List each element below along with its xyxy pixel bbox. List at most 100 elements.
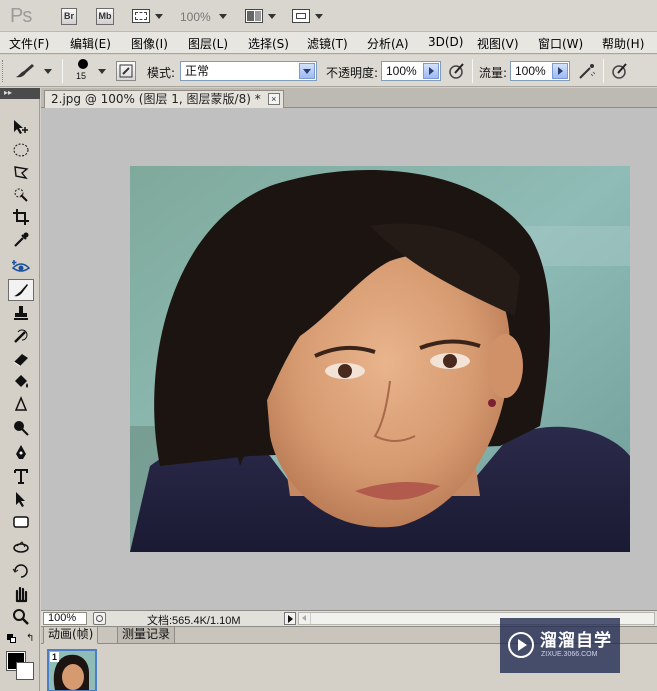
screen-mode-button[interactable]: [292, 9, 310, 23]
document-tab[interactable]: 2.jpg @ 100% (图层 1, 图层蒙版/8) * ×: [44, 90, 284, 108]
brush-icon: [16, 64, 34, 78]
dodge-tool[interactable]: [8, 417, 34, 439]
document-tab-title: 2.jpg @ 100% (图层 1, 图层蒙版/8) *: [51, 92, 261, 106]
flow-field[interactable]: 100%: [510, 61, 570, 81]
type-tool[interactable]: [8, 465, 34, 487]
arrange-documents-button[interactable]: [245, 9, 263, 23]
document-tab-bar: 2.jpg @ 100% (图层 1, 图层蒙版/8) * ×: [41, 88, 657, 108]
crop-tool[interactable]: [8, 206, 34, 228]
quick-selection-tool[interactable]: [8, 184, 34, 206]
zoom-level[interactable]: 100%: [180, 10, 211, 24]
menu-file[interactable]: 文件(F): [9, 35, 49, 52]
mode-label: 模式:: [147, 66, 176, 80]
divider: [603, 59, 604, 83]
airbrush-button[interactable]: [577, 61, 597, 81]
hand-tool[interactable]: [8, 583, 34, 605]
scroll-left-arrow[interactable]: [299, 613, 311, 624]
pen-icon: [16, 445, 26, 459]
path-selection-icon: [16, 492, 25, 507]
background-color-swatch[interactable]: [16, 662, 34, 680]
quick-selection-icon: [14, 188, 28, 202]
chevron-down-icon[interactable]: [315, 14, 323, 19]
frame-number: 1: [50, 652, 60, 662]
chevron-right-icon[interactable]: [423, 63, 439, 79]
tab-animation[interactable]: 动画(帧): [43, 627, 99, 644]
lasso-tool[interactable]: [8, 162, 34, 184]
red-eye-icon: [12, 260, 30, 272]
close-icon[interactable]: ×: [267, 93, 280, 105]
options-bar: 15 模式: 正常 不透明度: 100% 流量: 100%: [0, 55, 657, 87]
menu-bar: 文件(F) 编辑(E) 图像(I) 图层(L) 选择(S) 滤镜(T) 分析(A…: [0, 32, 657, 54]
brush-size: 15: [76, 71, 87, 81]
history-brush-icon: [14, 329, 28, 343]
brush-tip-icon: [78, 59, 88, 69]
application-bar: Ps Br Mb 100%: [0, 0, 657, 32]
mini-bridge-button[interactable]: Mb: [96, 8, 114, 25]
eraser-tool[interactable]: [8, 348, 34, 370]
animation-frame[interactable]: 1: [47, 649, 97, 691]
menu-view[interactable]: 视图(V): [477, 35, 519, 52]
3d-orbit-tool[interactable]: [8, 560, 34, 582]
canvas-area[interactable]: [41, 109, 657, 611]
document-image[interactable]: [130, 166, 630, 552]
3d-rotate-tool[interactable]: [8, 537, 34, 559]
clone-stamp-tool[interactable]: [8, 302, 34, 324]
opacity-field[interactable]: 100%: [381, 61, 441, 81]
bridge-button[interactable]: Br: [61, 8, 77, 25]
menu-filter[interactable]: 滤镜(T): [307, 35, 348, 52]
view-extras-button[interactable]: [132, 9, 150, 23]
status-options-icon[interactable]: [93, 612, 106, 625]
brush-picker[interactable]: 15: [74, 58, 108, 84]
toolbox-collapse[interactable]: ▸▸: [0, 88, 40, 99]
document-window: 2.jpg @ 100% (图层 1, 图层蒙版/8) * × 100% 文档:…: [41, 88, 657, 627]
menu-edit[interactable]: 编辑(E): [70, 35, 111, 52]
paint-bucket-icon: [15, 375, 28, 388]
menu-3d[interactable]: 3D(D): [428, 35, 463, 49]
move-tool[interactable]: [8, 116, 34, 138]
zoom-icon: [13, 609, 29, 625]
shape-tool[interactable]: [8, 511, 34, 533]
zoom-tool[interactable]: [8, 606, 34, 628]
chevron-down-icon: [299, 63, 315, 79]
menu-select[interactable]: 选择(S): [248, 35, 289, 52]
brush-panel-button[interactable]: [116, 61, 136, 81]
menu-window[interactable]: 窗口(W): [538, 35, 583, 52]
watermark-logo: 溜溜自学 ZIXUE.3066.COM: [500, 618, 620, 673]
swap-colors-icon[interactable]: ↰: [26, 633, 34, 644]
chevron-right-icon[interactable]: [552, 63, 568, 79]
default-colors-icon[interactable]: [7, 634, 16, 643]
eyedropper-tool[interactable]: [8, 229, 34, 251]
pressure-opacity-button[interactable]: [447, 61, 467, 81]
lasso-icon: [14, 166, 29, 180]
history-brush-tool[interactable]: [8, 325, 34, 347]
toolbox: ▸▸ ↰: [0, 88, 40, 691]
red-eye-tool[interactable]: [8, 256, 34, 278]
blend-mode-select[interactable]: 正常: [180, 61, 317, 81]
status-zoom-field[interactable]: 100%: [43, 612, 87, 625]
flow-label: 流量:: [479, 66, 508, 80]
menu-help[interactable]: 帮助(H): [602, 35, 644, 52]
status-menu-button[interactable]: [284, 612, 296, 625]
menu-layer[interactable]: 图层(L): [188, 35, 228, 52]
path-selection-tool[interactable]: [8, 488, 34, 510]
pen-tool[interactable]: [8, 442, 34, 464]
menu-analysis[interactable]: 分析(A): [367, 35, 409, 52]
chevron-down-icon[interactable]: [219, 14, 227, 19]
chevron-down-icon[interactable]: [155, 14, 163, 19]
chevron-down-icon: [98, 69, 106, 74]
tool-preset-picker[interactable]: [12, 61, 54, 81]
divider: [472, 59, 473, 83]
type-icon: [14, 469, 28, 484]
paint-bucket-tool[interactable]: [8, 371, 34, 393]
watermark-title: 溜溜自学: [540, 631, 612, 651]
divider: [62, 59, 63, 83]
blur-tool[interactable]: [8, 394, 34, 416]
pressure-size-button[interactable]: [610, 61, 630, 81]
marquee-tool[interactable]: [8, 139, 34, 161]
brush-tool[interactable]: [8, 279, 34, 301]
pressure-icon: [612, 63, 627, 79]
menu-image[interactable]: 图像(I): [131, 35, 168, 52]
photoshop-logo: Ps: [10, 5, 32, 27]
chevron-down-icon[interactable]: [268, 14, 276, 19]
tab-measurement-log[interactable]: 测量记录: [117, 627, 176, 644]
